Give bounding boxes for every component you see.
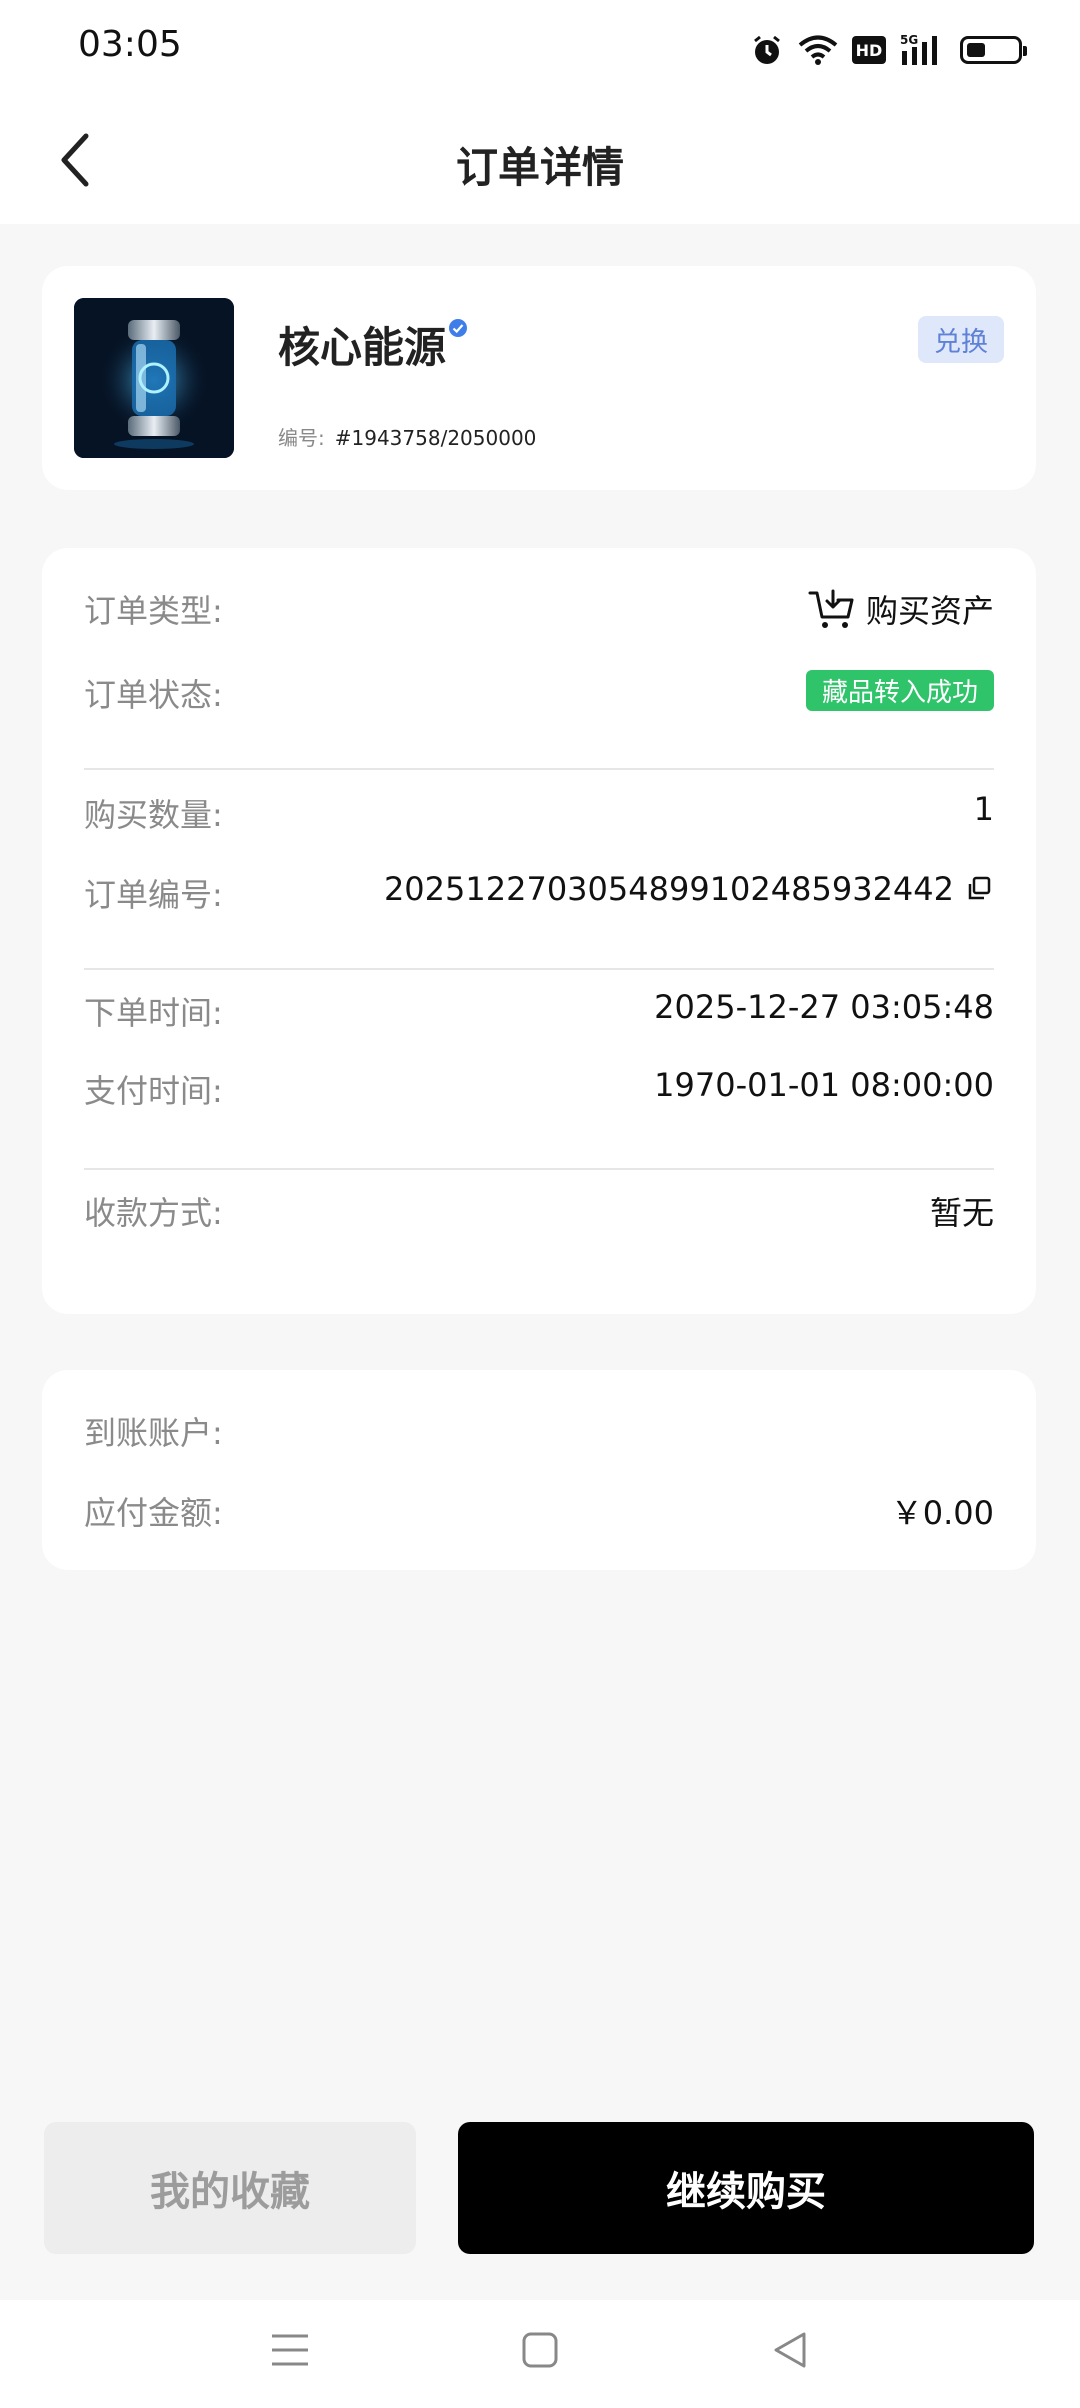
- product-name-text: 核心能源: [278, 323, 447, 372]
- payment-method-value: 暂无: [929, 1194, 994, 1232]
- my-favorites-button[interactable]: 我的收藏: [44, 2122, 416, 2254]
- serial-value: #1943758/2050000: [334, 426, 537, 450]
- divider: [84, 968, 994, 970]
- payment-method-label: 收款方式:: [84, 1194, 223, 1232]
- order-details-card: 订单类型: 购买资产 订单状态: 藏品转入成功 购买数量: 1 订单编号: 20…: [42, 548, 1036, 1314]
- alarm-icon: [750, 33, 784, 67]
- order-time-value: 2025-12-27 03:05:48: [654, 988, 994, 1026]
- status-icons: HD 5G: [750, 28, 1027, 72]
- amount-value: ￥0.00: [890, 1494, 994, 1532]
- amount-label: 应付金额:: [84, 1494, 223, 1532]
- quantity-label: 购买数量:: [84, 796, 223, 834]
- order-status-label: 订单状态:: [84, 676, 223, 714]
- hd-icon: HD: [852, 36, 886, 64]
- pay-time-label: 支付时间:: [84, 1072, 223, 1110]
- order-type-value: 购买资产: [808, 586, 994, 632]
- order-status-row: 订单状态: 藏品转入成功: [84, 670, 994, 714]
- pay-time-row: 支付时间: 1970-01-01 08:00:00: [84, 1066, 994, 1110]
- svg-text:5G: 5G: [900, 33, 918, 47]
- serial-number: 编号: #1943758/2050000: [278, 422, 536, 451]
- pay-time-value: 1970-01-01 08:00:00: [654, 1066, 994, 1104]
- 5g-signal-icon: 5G: [900, 33, 946, 67]
- copy-icon[interactable]: [964, 874, 994, 904]
- order-type-row: 订单类型: 购买资产: [84, 586, 994, 630]
- order-type-label: 订单类型:: [84, 592, 223, 630]
- payment-method-row: 收款方式: 暂无: [84, 1188, 994, 1232]
- status-badge: 藏品转入成功: [805, 670, 994, 711]
- battery-icon: [960, 36, 1027, 64]
- header: 订单详情: [0, 96, 1080, 224]
- account-label: 到账账户:: [84, 1414, 223, 1452]
- home-square-icon: [522, 2332, 558, 2368]
- wifi-icon: [798, 34, 838, 66]
- order-number-value: 20251227030548991024859324​42: [384, 870, 994, 908]
- order-number-row: 订单编号: 20251227030548991024859324​42: [84, 870, 994, 914]
- menu-icon: [272, 2334, 308, 2366]
- divider: [84, 768, 994, 770]
- menu-nav-button[interactable]: [260, 2320, 320, 2380]
- product-name: 核心能源: [278, 314, 468, 375]
- product-card[interactable]: 核心能源 兑换 编号: #1943758/2050000: [42, 266, 1036, 490]
- order-time-row: 下单时间: 2025-12-27 03:05:48: [84, 988, 994, 1032]
- status-bar: 03:05 HD 5G: [0, 0, 1080, 96]
- page-title: 订单详情: [455, 143, 624, 192]
- exchange-tag: 兑换: [918, 316, 1004, 363]
- serial-label: 编号:: [278, 426, 325, 450]
- status-time: 03:05: [78, 24, 182, 65]
- order-number-text: 20251227030548991024859324​42: [383, 870, 954, 908]
- order-number-label: 订单编号:: [84, 876, 223, 914]
- cart-download-icon: [808, 589, 854, 628]
- amount-row: 应付金额: ￥0.00: [84, 1488, 994, 1532]
- verified-icon: [449, 319, 468, 337]
- payment-card: 到账账户: 应付金额: ￥0.00: [42, 1370, 1036, 1570]
- order-time-label: 下单时间:: [84, 994, 223, 1032]
- order-status-value: 藏品转入成功: [805, 670, 994, 711]
- continue-buying-button[interactable]: 继续购买: [458, 2122, 1034, 2254]
- product-thumbnail: [74, 298, 234, 458]
- back-triangle-icon: [774, 2332, 806, 2368]
- quantity-row: 购买数量: 1: [84, 790, 994, 834]
- account-row: 到账账户:: [84, 1408, 994, 1452]
- order-type-text: 购买资产: [865, 592, 994, 630]
- divider: [84, 1168, 994, 1170]
- quantity-value: 1: [973, 790, 994, 828]
- system-navigation-bar: [0, 2300, 1080, 2408]
- back-nav-button[interactable]: [760, 2320, 820, 2380]
- home-nav-button[interactable]: [510, 2320, 570, 2380]
